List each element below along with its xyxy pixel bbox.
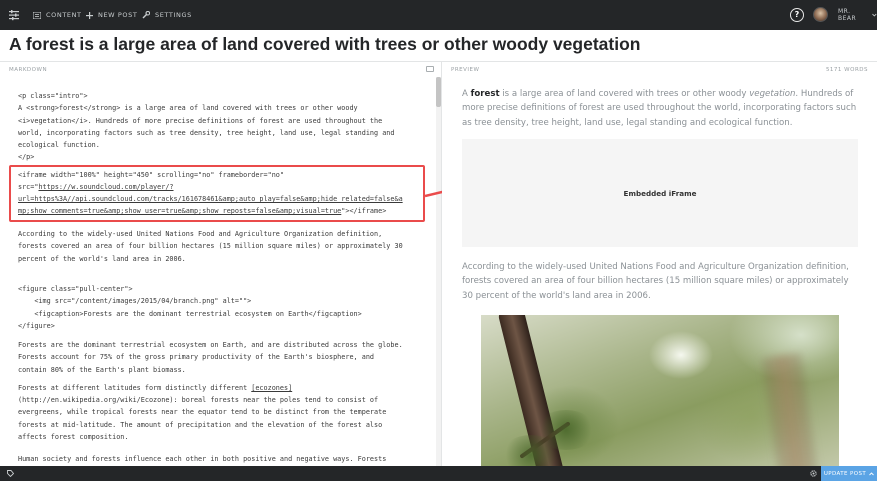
- tag-icon[interactable]: [7, 470, 14, 477]
- md-human-line: Human society and forests influence each…: [18, 455, 387, 463]
- md-dominant-block: Forests are the dominant terrestrial eco…: [18, 341, 403, 374]
- md-ecozones-link[interactable]: [ecozones]: [251, 384, 292, 392]
- preview-label: PREVIEW: [451, 67, 480, 73]
- word-count: 5171 WORDS: [825, 67, 868, 73]
- user-menu[interactable]: MR. BEAR: [838, 0, 877, 30]
- plus-icon: [86, 11, 93, 19]
- chevron-down-icon: [872, 13, 877, 17]
- nav-settings[interactable]: SETTINGS: [142, 0, 192, 30]
- update-post-label: UPDATE POST: [823, 470, 867, 477]
- md-figure-block: <figure class="pull-center"> <img src="/…: [18, 285, 362, 330]
- scrollbar-thumb[interactable]: [436, 77, 441, 107]
- preview-header: PREVIEW 5171 WORDS: [442, 62, 877, 78]
- md-fao-block: According to the widely-used United Nati…: [18, 230, 403, 263]
- avatar[interactable]: [813, 7, 828, 22]
- gear-icon[interactable]: [809, 469, 818, 478]
- username: MR. BEAR: [838, 8, 857, 22]
- preview-intro-a: A: [462, 89, 471, 99]
- image-trunk-blur: [761, 352, 821, 466]
- nav-new-post-label: NEW POST: [98, 11, 138, 19]
- content-icon: [33, 11, 41, 19]
- embedded-iframe-placeholder: Embedded iFrame: [462, 139, 858, 247]
- nav-settings-label: SETTINGS: [155, 11, 192, 19]
- md-intro-block: <p class="intro"> A <strong>forest</stro…: [18, 92, 395, 162]
- preview-intro-mid: is a large area of land covered with tre…: [499, 89, 750, 99]
- settings-icon: [142, 11, 150, 19]
- embedded-iframe-label: Embedded iFrame: [623, 188, 697, 198]
- preview-intro-vegetation: vegetation: [749, 89, 796, 99]
- expand-icon[interactable]: [426, 66, 434, 72]
- editor-label: MARKDOWN: [9, 67, 48, 73]
- bottom-bar: UPDATE POST: [0, 466, 877, 481]
- preview-intro-forest: forest: [470, 89, 500, 99]
- editor-scrollbar[interactable]: [436, 77, 441, 466]
- menu-icon[interactable]: [8, 9, 20, 21]
- md-ecozones-block: (http://en.wikipedia.org/wiki/Ecozone): …: [18, 396, 387, 441]
- figure-branch-image: [481, 315, 839, 466]
- iframe-highlight-box: [9, 165, 425, 222]
- nav-content[interactable]: CONTENT: [33, 0, 82, 30]
- nav-new-post[interactable]: NEW POST: [86, 0, 137, 30]
- update-post-button[interactable]: UPDATE POST: [821, 466, 877, 481]
- preview-intro-paragraph: A forest is a large area of land covered…: [462, 87, 862, 130]
- help-icon[interactable]: ?: [790, 8, 804, 22]
- top-bar: CONTENT NEW POST SETTINGS ? MR. BEAR: [0, 0, 877, 30]
- editor-header: MARKDOWN: [0, 62, 441, 78]
- chevron-up-icon: [869, 471, 874, 475]
- md-ecozones-line1: Forests at different latitudes form dist…: [18, 382, 292, 394]
- preview-fao-paragraph: According to the widely-used United Nati…: [462, 262, 849, 301]
- post-title-input[interactable]: A forest is a large area of land covered…: [9, 34, 869, 55]
- md-ecozones-prefix: Forests at different latitudes form dist…: [18, 384, 252, 392]
- nav-content-label: CONTENT: [46, 11, 82, 19]
